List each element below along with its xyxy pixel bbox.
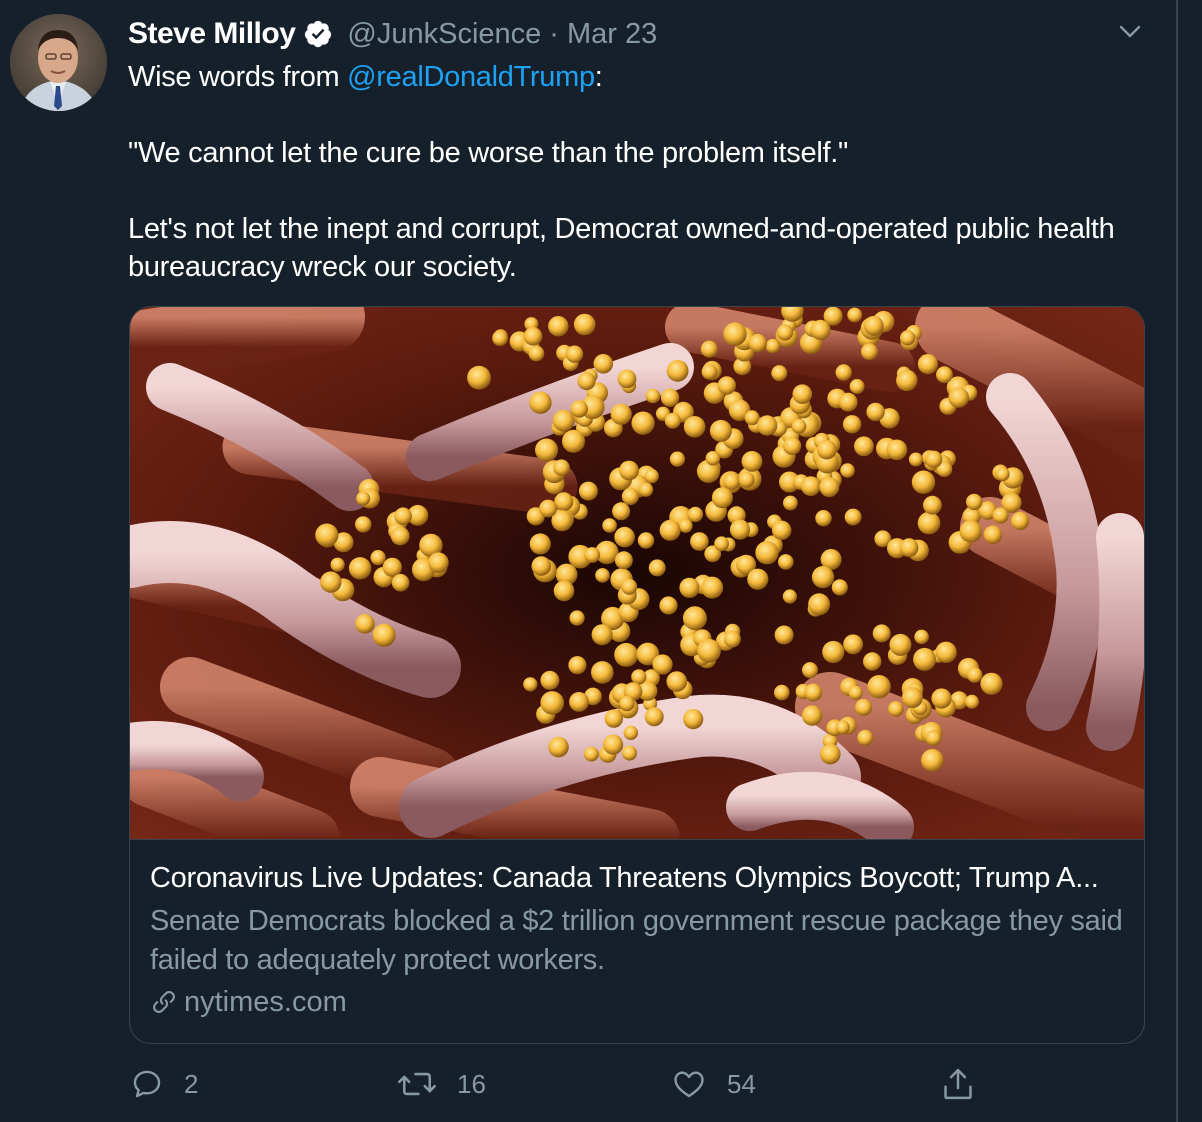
like-icon <box>674 1071 704 1098</box>
card-domain[interactable]: nytimes.com <box>150 983 347 1021</box>
reply-icon <box>133 1070 161 1098</box>
avatar[interactable] <box>10 14 107 111</box>
card-description: Senate Democrats blocked a $2 trillion g… <box>150 905 1123 976</box>
verified-badge-icon <box>303 19 333 49</box>
tweet-date[interactable]: Mar 23 <box>567 18 657 51</box>
reply-count: 2 <box>184 1068 199 1099</box>
retweet-button[interactable]: 16 <box>397 1062 486 1106</box>
link-icon <box>153 991 175 1013</box>
link-card[interactable]: Coronavirus Live Updates: Canada Threate… <box>129 306 1145 1044</box>
like-count: 54 <box>727 1068 756 1099</box>
card-image[interactable] <box>130 307 1144 839</box>
retweet-icon <box>398 1072 436 1096</box>
reply-button[interactable]: 2 <box>130 1062 198 1106</box>
display-name[interactable]: Steve Milloy <box>128 17 296 51</box>
card-title[interactable]: Coronavirus Live Updates: Canada Threate… <box>150 859 1130 897</box>
card-divider <box>130 839 1144 840</box>
mention-link[interactable]: @realDonaldTrump <box>347 61 595 93</box>
tweet-quote: "We cannot let the cure be worse than th… <box>128 137 848 169</box>
share-button[interactable] <box>941 1062 975 1106</box>
tweet-suffix: : <box>594 61 603 93</box>
handle[interactable]: @JunkScience <box>347 18 541 51</box>
tweet-prefix: Wise words from <box>128 61 348 93</box>
tweet[interactable]: Steve Milloy @JunkScience · Mar 23 Wise … <box>0 0 1202 1122</box>
tweet-text: Wise words from @realDonaldTrump: "We ca… <box>128 58 1138 286</box>
tweet-header: Steve Milloy @JunkScience · Mar 23 <box>128 14 657 54</box>
timeline-divider <box>1176 0 1178 1122</box>
action-bar: 2 16 54 <box>0 1062 1202 1106</box>
like-button[interactable]: 54 <box>671 1062 756 1106</box>
tweet-paragraph: Let's not let the inept and corrupt, Dem… <box>128 213 1115 283</box>
share-icon <box>944 1068 972 1100</box>
card-domain-text: nytimes.com <box>184 985 347 1018</box>
tweet-line-1: Wise words from @realDonaldTrump: <box>128 58 1138 96</box>
separator-dot: · <box>549 17 559 50</box>
chevron-down-icon[interactable] <box>1116 18 1144 46</box>
retweet-count: 16 <box>457 1068 486 1099</box>
